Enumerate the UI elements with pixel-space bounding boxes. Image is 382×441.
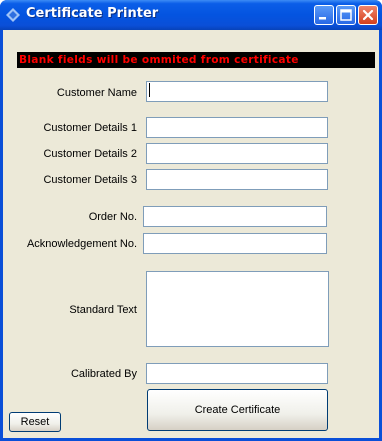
order-no-label: Order No. (88, 211, 137, 223)
minimize-button[interactable] (314, 5, 334, 25)
customer-details-1-label: Customer Details 1 (43, 122, 137, 134)
close-button[interactable] (358, 5, 378, 25)
calibrated-by-label: Calibrated By (70, 368, 137, 380)
title-bar[interactable]: Certificate Printer (0, 0, 382, 30)
text-caret (149, 83, 150, 97)
acknowledgement-no-label: Acknowledgement No. (26, 238, 137, 250)
create-certificate-button[interactable]: Create Certificate (147, 389, 328, 431)
standard-text-area[interactable] (146, 271, 329, 347)
form-body: Blank fields will be ommited from certif… (3, 30, 379, 438)
customer-details-2-input[interactable] (146, 143, 328, 164)
close-icon (362, 9, 374, 21)
customer-name-label: Customer Name (56, 87, 137, 99)
reset-button[interactable]: Reset (9, 412, 61, 432)
customer-details-2-label: Customer Details 2 (43, 148, 137, 160)
order-no-input[interactable] (143, 206, 327, 227)
standard-text-label: Standard Text (69, 304, 137, 316)
maximize-icon (340, 9, 352, 21)
maximize-button[interactable] (336, 5, 356, 25)
calibrated-by-input[interactable] (146, 363, 328, 384)
warning-banner: Blank fields will be ommited from certif… (17, 52, 375, 68)
app-window: Certificate Printer Blank fields will be… (0, 0, 382, 441)
diamond-icon (6, 8, 20, 22)
acknowledgement-no-input[interactable] (143, 233, 327, 254)
customer-details-1-input[interactable] (146, 117, 328, 138)
customer-details-3-label: Customer Details 3 (43, 174, 137, 186)
customer-details-3-input[interactable] (146, 169, 328, 190)
minimize-icon (319, 17, 326, 20)
window-title: Certificate Printer (26, 6, 159, 21)
customer-name-input[interactable] (146, 81, 328, 102)
